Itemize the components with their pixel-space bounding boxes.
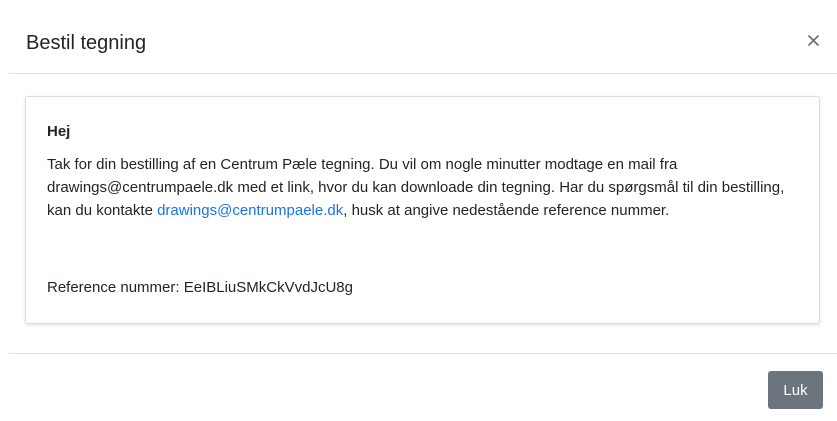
- reference-label: Reference nummer:: [47, 279, 180, 296]
- modal-footer: Luk: [9, 353, 837, 421]
- greeting-heading: Hej: [47, 123, 71, 140]
- reference-number: Reference nummer: EeIBLiuSMkCkVvdJcU8g: [47, 278, 353, 298]
- modal-body: Hej Tak for din bestilling af en Centrum…: [9, 74, 837, 353]
- confirmation-message: Tak for din bestilling af en Centrum Pæl…: [47, 154, 792, 222]
- modal-header: Bestil tegning: [9, 8, 837, 74]
- modal-title: Bestil tegning: [26, 32, 147, 54]
- order-drawing-modal: Bestil tegning Hej Tak for din bestillin…: [9, 8, 837, 421]
- confirmation-card: Hej Tak for din bestilling af en Centrum…: [25, 96, 820, 324]
- luk-button[interactable]: Luk: [768, 371, 823, 409]
- close-button[interactable]: [803, 29, 823, 51]
- email-link[interactable]: drawings@centrumpaele.dk: [157, 202, 343, 219]
- message-text-end: , husk at angive nedestående reference n…: [343, 201, 670, 219]
- reference-value: EeIBLiuSMkCkVvdJcU8g: [183, 279, 353, 296]
- close-icon: [807, 34, 819, 46]
